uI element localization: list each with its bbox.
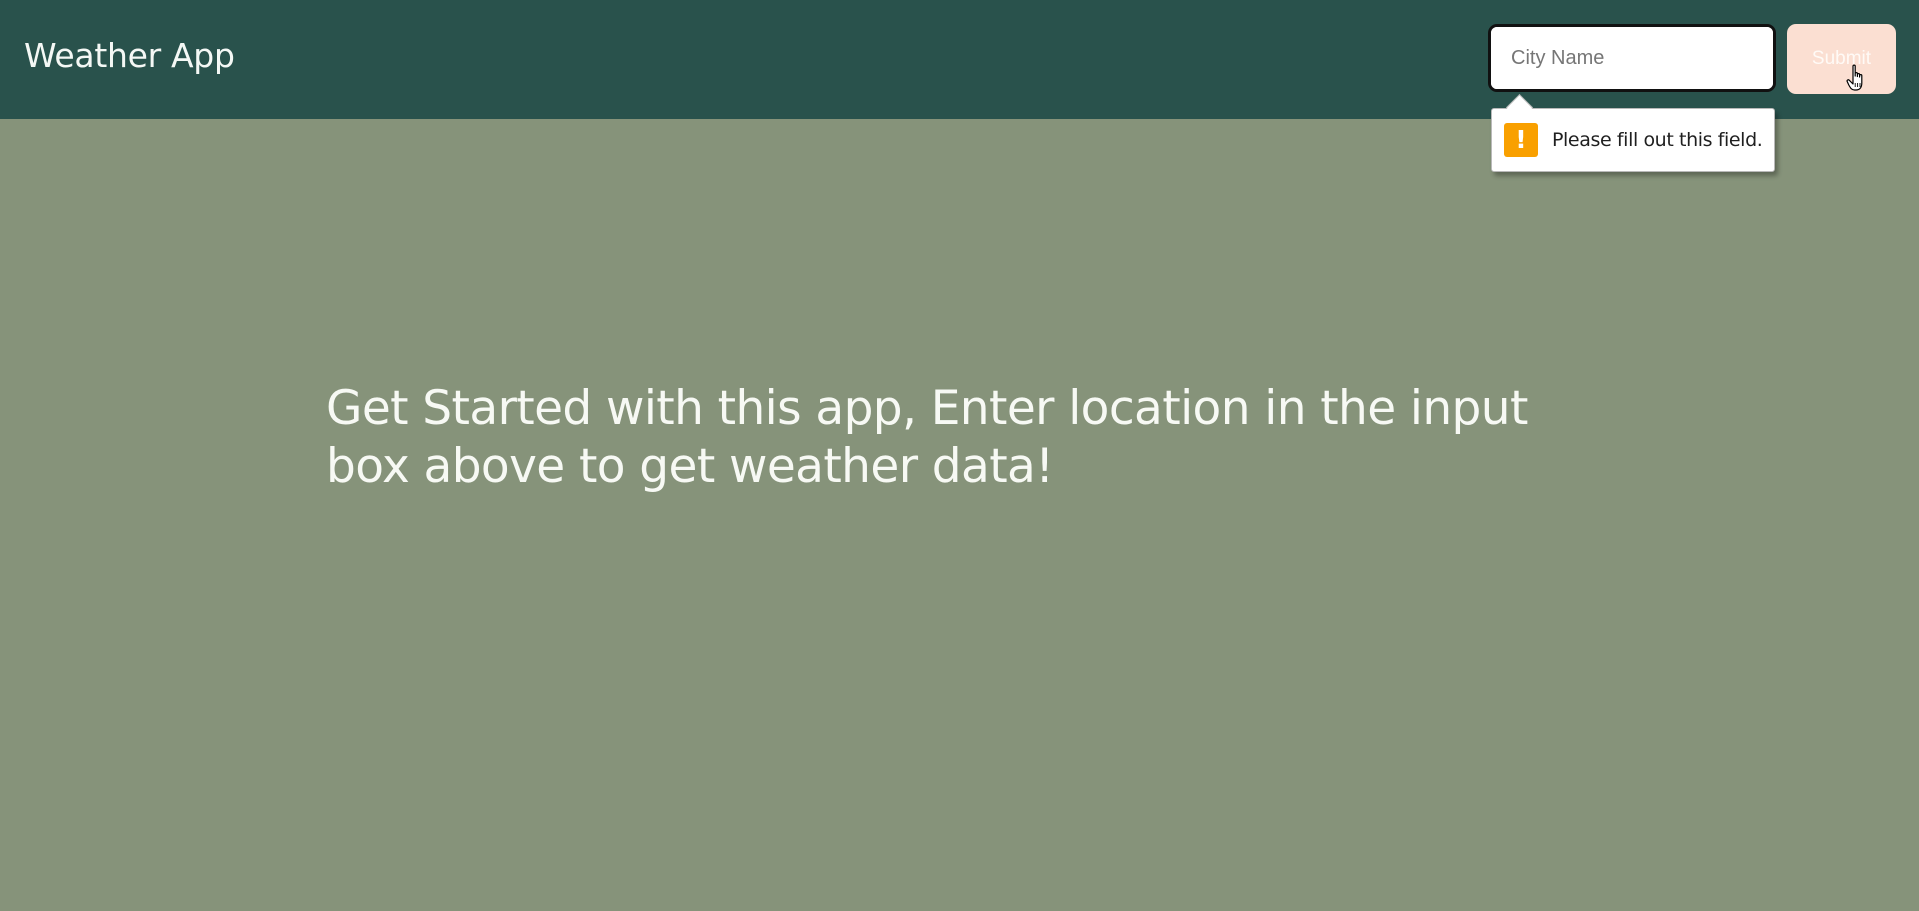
app-header: Weather App Submit	[0, 0, 1919, 119]
hand-pointer-icon	[1846, 64, 1863, 91]
submit-button[interactable]: Submit	[1787, 24, 1896, 94]
validation-tooltip: ! Please fill out this field.	[1491, 94, 1775, 172]
intro-message: Get Started with this app, Enter locatio…	[326, 381, 1528, 494]
warning-icon: !	[1504, 123, 1538, 157]
validation-message: Please fill out this field.	[1552, 129, 1763, 151]
app-title: Weather App	[24, 36, 235, 75]
city-name-input[interactable]	[1488, 24, 1776, 92]
